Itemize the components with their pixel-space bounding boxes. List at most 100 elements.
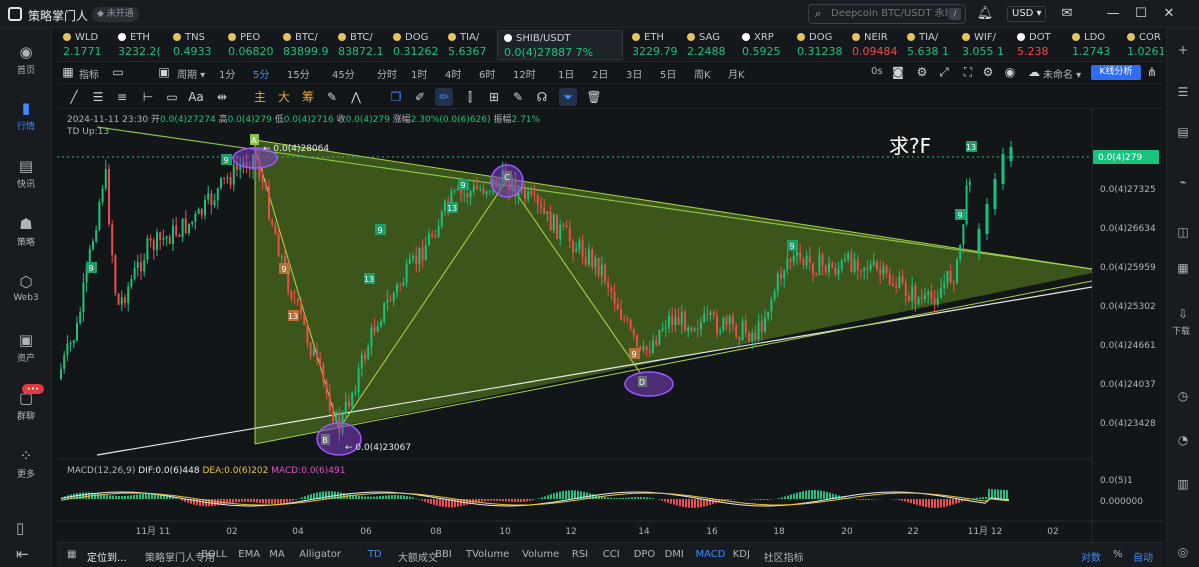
indicator-bbi[interactable]: BBI <box>435 549 452 560</box>
indicator-td[interactable]: TD <box>368 549 382 560</box>
parallel-lines-tool-icon[interactable]: ≡ <box>113 88 131 106</box>
lock-tool-icon[interactable]: ⊞ <box>485 88 503 106</box>
indicator-rsi[interactable]: RSI <box>572 549 588 560</box>
indicator-macd[interactable]: MACD <box>696 549 726 560</box>
gear-icon[interactable]: ⚙ <box>979 63 997 81</box>
indicator-社区指标[interactable]: 社区指标 <box>764 549 804 564</box>
locate-button[interactable]: 定位到... <box>87 549 127 564</box>
rectangle-tool-icon[interactable]: ▭ <box>163 88 181 106</box>
nav-item-chat[interactable]: ••• ▢ 群聊 <box>0 384 52 422</box>
timeframe-月K[interactable]: 月K <box>728 66 745 81</box>
pen-tool-icon[interactable]: ✐ <box>411 88 429 106</box>
ticker-tia[interactable]: TIA/5.638 1 <box>901 30 949 60</box>
search-input[interactable] <box>831 8 949 19</box>
ticker-xrp[interactable]: XRP 0.5925 <box>736 30 781 60</box>
eye-icon[interactable]: ◉ <box>1001 63 1019 81</box>
fullscreen-icon[interactable]: ⛶ <box>959 63 977 81</box>
chart-area[interactable]: A B C D ← 0.0(4)28064 ← 0.0(4)23067 9 9 9 13 9 13 9 1… <box>57 109 1164 542</box>
timeframe-4时[interactable]: 4时 <box>445 66 461 81</box>
timeframe-2日[interactable]: 2日 <box>592 66 608 81</box>
collapse-icon[interactable]: ⇤ <box>16 544 36 564</box>
nav-item-news[interactable]: ▤ 快讯 <box>0 156 52 190</box>
indicator-大额成交[interactable]: 大额成交 <box>398 549 438 564</box>
close-icon[interactable]: ✕ <box>1160 5 1178 23</box>
download-icon[interactable]: ⇩ <box>1175 306 1191 322</box>
indicators-button[interactable]: 指标 <box>79 66 99 81</box>
notification-icon[interactable]: ◎ <box>1175 544 1191 560</box>
ticker-dog[interactable]: DOG 0.31238 <box>791 30 843 60</box>
edit-tool-icon[interactable]: ✎ <box>509 88 527 106</box>
td-indicator-label[interactable]: TD Up:13 <box>67 127 109 137</box>
list-icon[interactable]: ▤ <box>1175 124 1191 140</box>
measure-tool-icon[interactable]: ⇹ <box>213 88 231 106</box>
expand-icon[interactable]: ⤢ <box>935 63 953 81</box>
indicator-ma[interactable]: MA <box>269 549 284 560</box>
large-color-button[interactable]: 大 <box>275 88 293 106</box>
camera-icon[interactable]: ◙ <box>889 63 907 81</box>
bell-outline-icon[interactable]: ◔ <box>1175 432 1191 448</box>
timeframe-5日[interactable]: 5日 <box>660 66 676 81</box>
brush-tool-icon[interactable]: ✎ <box>323 88 341 106</box>
ticker-cor[interactable]: COR 1.0261 <box>1121 30 1164 60</box>
indicator-tvolume[interactable]: TVolume <box>466 549 509 560</box>
bell-icon[interactable]: 🔔︎ <box>976 5 994 23</box>
pattern-tool-icon[interactable]: ⋀ <box>347 88 365 106</box>
percent-scale-toggle[interactable]: % <box>1113 549 1123 560</box>
phone-icon[interactable]: ▯ <box>16 518 36 538</box>
share-icon[interactable]: ⋔ <box>1143 63 1161 81</box>
add-icon[interactable]: + <box>1175 42 1191 58</box>
nav-item-web3[interactable]: ⬡ Web3 <box>0 272 52 303</box>
indicator-boll[interactable]: BOLL <box>201 549 227 560</box>
indicator-dmi[interactable]: DMI <box>665 549 684 560</box>
search-box[interactable]: ⌕ / <box>808 4 966 24</box>
timeframe-3日[interactable]: 3日 <box>626 66 642 81</box>
nav-item-more[interactable]: ⁘ 更多 <box>0 446 52 480</box>
layers-icon[interactable]: ◫ <box>1175 224 1191 240</box>
copy-tool-icon[interactable]: ❐ <box>387 88 405 106</box>
calculator-icon[interactable]: ▥ <box>1175 476 1191 492</box>
locate-icon[interactable]: ▦ <box>67 549 76 560</box>
ticker-btc[interactable]: BTC/83899.9 <box>277 30 329 60</box>
cloud-icon[interactable]: ☁ <box>1025 63 1043 81</box>
chips-color-button[interactable]: 筹 <box>299 88 317 106</box>
filter-tool-icon[interactable]: ⏷ <box>559 88 577 106</box>
ticker-sag[interactable]: SAG 2.2488 <box>681 30 726 60</box>
grid-view-icon[interactable]: ▦ <box>59 63 77 81</box>
timeframe-周K[interactable]: 周K <box>694 66 711 81</box>
download-label[interactable]: 下载 <box>1172 324 1190 337</box>
minimize-icon[interactable]: — <box>1104 5 1122 23</box>
ticker-wld[interactable]: WLD 2.1771 <box>57 30 102 60</box>
ticker-shibusdt[interactable]: SHIB/USDT 0.0(4)27887 7% <box>497 30 623 60</box>
ticker-dog[interactable]: DOG 0.31262 <box>387 30 439 60</box>
grid-icon[interactable]: ▦ <box>1175 260 1191 276</box>
settings-icon[interactable]: ⚙ <box>913 63 931 81</box>
layout-name-dropdown[interactable]: 未命名 ▾ <box>1043 66 1081 81</box>
price-chart[interactable]: A B C D ← 0.0(4)28064 ← 0.0(4)23067 9 9 9 13 9 13 9 1… <box>57 109 1164 542</box>
magnet-tool-icon[interactable]: ☊ <box>533 88 551 106</box>
ticker-btc[interactable]: BTC/83872.1 <box>332 30 384 60</box>
horizontal-ray-tool-icon[interactable]: ⊢ <box>139 88 157 106</box>
ticker-peo[interactable]: PEO 0.06820 <box>222 30 274 60</box>
timeframe-12时[interactable]: 12时 <box>513 66 536 81</box>
timeframe-分时[interactable]: 分时 <box>377 66 397 81</box>
timeframe-6时[interactable]: 6时 <box>479 66 495 81</box>
ticker-eth[interactable]: ETH 3232.2( <box>112 30 161 60</box>
clock-icon[interactable]: ◷ <box>1175 388 1191 404</box>
maximize-icon[interactable]: ☐ <box>1132 5 1150 23</box>
candle-tool-icon[interactable]: ⫿ <box>461 88 479 106</box>
macd-indicator-label[interactable]: MACD(12,26,9) DIF:0.0(6)448 DEA:0.0(6)20… <box>67 466 345 476</box>
ticker-eth[interactable]: ETH 3229.79 <box>626 30 678 60</box>
indicator-alligator[interactable]: Alligator <box>299 549 341 560</box>
chart-icon[interactable]: ⌁ <box>1175 174 1191 190</box>
indicator-ema[interactable]: EMA <box>238 549 260 560</box>
ticker-neir[interactable]: NEIR 0.09484 <box>846 30 898 60</box>
ticker-tia[interactable]: TIA/5.6367 <box>442 30 487 60</box>
ticker-dot[interactable]: DOT 5.238 <box>1011 30 1051 60</box>
trendline-tool-icon[interactable]: ╱ <box>65 88 83 106</box>
trash-icon[interactable]: 🗑︎ <box>585 88 603 106</box>
indicator-dpo[interactable]: DPO <box>634 549 656 560</box>
nav-item-home[interactable]: ◉ 首页 <box>0 42 52 76</box>
indicator-kdj[interactable]: KDJ <box>733 549 750 560</box>
currency-select[interactable]: USD ▾ <box>1007 6 1046 22</box>
indicator-cci[interactable]: CCI <box>603 549 620 560</box>
